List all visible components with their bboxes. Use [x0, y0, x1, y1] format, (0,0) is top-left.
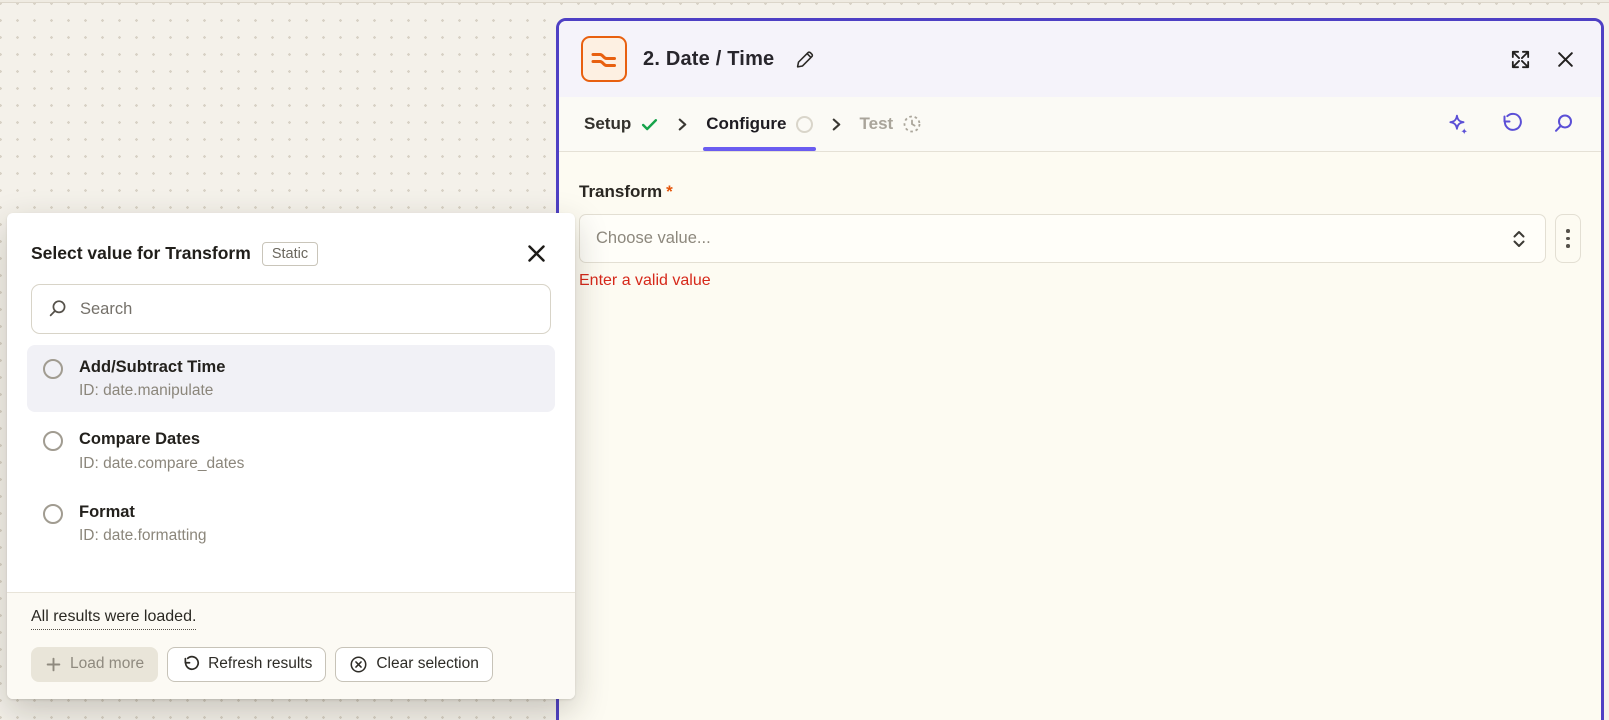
modal-footer: All results were loaded. Load more Refre…: [7, 592, 575, 699]
radio-unchecked-icon[interactable]: [43, 503, 63, 524]
edit-title-button[interactable]: [790, 45, 819, 74]
incomplete-circle-icon: [795, 115, 813, 133]
field-label-text: Transform: [579, 182, 663, 201]
modal-title: Select value for Transform: [31, 243, 251, 263]
clear-selection-label: Clear selection: [376, 655, 479, 673]
step-editor-panel: 2. Date / Time Setup Configure Test Tran…: [556, 18, 1604, 720]
check-icon: [642, 118, 658, 130]
formatter-squiggle-icon: [591, 53, 616, 67]
expand-panel-button[interactable]: [1505, 44, 1536, 75]
option-label: Compare Dates: [79, 430, 201, 449]
tab-test-label: Test: [859, 114, 894, 133]
load-more-button[interactable]: Load more: [31, 647, 159, 682]
option-id: ID: date.manipulate: [79, 382, 214, 400]
chevron-right-icon: [676, 97, 689, 151]
refresh-icon: [184, 655, 200, 671]
pending-clock-icon: [903, 115, 921, 133]
option-text: Format ID: date.formatting: [79, 501, 207, 545]
tab-configure[interactable]: Configure: [703, 97, 816, 151]
plus-icon: [46, 657, 61, 672]
kebab-dot: [1566, 229, 1570, 233]
close-icon: [528, 245, 545, 262]
transform-options-list: Add/Subtract Time ID: date.manipulate Co…: [27, 345, 555, 557]
field-menu-button[interactable]: [1555, 214, 1581, 263]
option-label: Add/Subtract Time: [79, 358, 226, 376]
tab-test[interactable]: Test: [857, 97, 926, 151]
clear-selection-button[interactable]: Clear selection: [335, 647, 493, 682]
radio-unchecked-icon[interactable]: [43, 359, 63, 379]
refresh-icon: [1503, 112, 1522, 131]
search-input[interactable]: [80, 299, 535, 319]
option-add-subtract-time[interactable]: Add/Subtract Time ID: date.manipulate: [27, 345, 555, 413]
transform-field-label: Transform *: [579, 182, 1581, 202]
step-title: 2. Date / Time: [643, 47, 775, 70]
pencil-icon: [797, 50, 814, 68]
configure-form: Transform * Choose value... Enter a valid…: [559, 152, 1601, 320]
refresh-step-button[interactable]: [1495, 108, 1527, 140]
required-asterisk: *: [666, 182, 673, 201]
static-badge: Static: [261, 241, 319, 266]
ai-assist-button[interactable]: [1442, 108, 1475, 141]
modal-close-button[interactable]: [524, 241, 549, 266]
close-icon: [1558, 51, 1573, 67]
search-icon: [1555, 114, 1572, 132]
kebab-dot: [1566, 236, 1570, 241]
expand-icon: [1511, 50, 1530, 68]
close-panel-button[interactable]: [1552, 46, 1579, 73]
chevron-updown-icon: [1513, 230, 1525, 247]
modal-header: Select value for Transform Static: [7, 213, 575, 282]
formatter-app-icon: [581, 36, 627, 82]
option-text: Add/Subtract Time ID: date.manipulate: [79, 356, 225, 400]
tab-setup-label: Setup: [584, 114, 632, 133]
radio-unchecked-icon[interactable]: [43, 431, 63, 452]
search-step-button[interactable]: [1547, 108, 1579, 140]
modal-search-field[interactable]: [31, 284, 551, 334]
transform-select[interactable]: Choose value...: [579, 214, 1546, 263]
option-format[interactable]: Format ID: date.formatting: [27, 490, 555, 557]
select-value-modal: Select value for Transform Static Add/Su…: [7, 213, 575, 699]
search-icon: [49, 300, 66, 317]
panel-header: 2. Date / Time: [559, 21, 1601, 97]
refresh-results-button[interactable]: Refresh results: [167, 647, 327, 682]
tab-configure-label: Configure: [706, 114, 787, 133]
circle-x-icon: [350, 656, 367, 673]
option-compare-dates[interactable]: Compare Dates ID: date.compare_dates: [27, 417, 555, 484]
results-loaded-note: All results were loaded.: [31, 608, 197, 630]
field-error-message: Enter a valid value: [579, 272, 711, 289]
select-placeholder: Choose value...: [596, 229, 711, 247]
option-text: Compare Dates ID: date.compare_dates: [79, 428, 244, 472]
option-label: Format: [79, 502, 135, 521]
tab-setup[interactable]: Setup: [581, 97, 662, 151]
option-id: ID: date.formatting: [79, 526, 207, 544]
step-tab-bar: Setup Configure Test: [559, 97, 1601, 152]
kebab-dot: [1566, 244, 1570, 248]
refresh-results-label: Refresh results: [208, 655, 313, 673]
ai-sparkle-icon: [1449, 114, 1468, 134]
load-more-label: Load more: [70, 655, 145, 673]
chevron-right-icon: [830, 97, 843, 151]
panel-toolbar: [1442, 97, 1579, 151]
option-id: ID: date.compare_dates: [79, 454, 245, 472]
canvas-top-edge: [0, 0, 1609, 3]
modal-search-wrap: [31, 284, 551, 334]
active-tab-underline: [703, 147, 816, 151]
